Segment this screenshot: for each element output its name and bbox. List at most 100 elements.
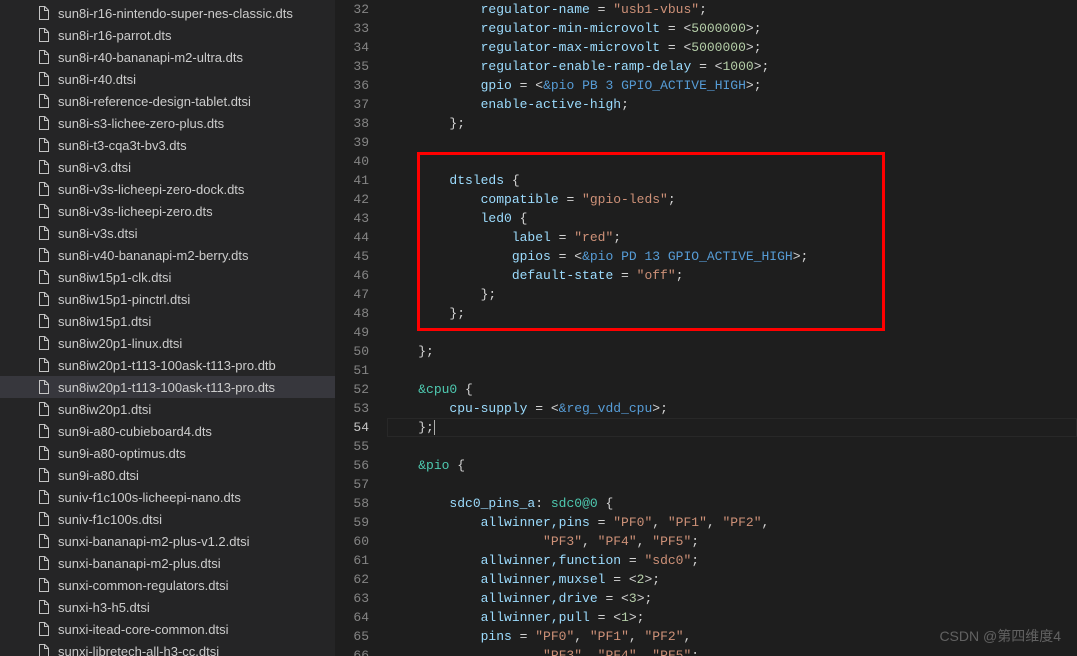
- file-explorer-sidebar[interactable]: sun8i-r16-nintendo-super-nes-classic.dts…: [0, 0, 335, 656]
- code-line[interactable]: compatible = "gpio-leds";: [387, 190, 1077, 209]
- code-line[interactable]: "PF3", "PF4", "PF5";: [387, 646, 1077, 656]
- code-line[interactable]: };: [387, 114, 1077, 133]
- code-line[interactable]: };: [387, 342, 1077, 361]
- code-content[interactable]: regulator-name = "usb1-vbus"; regulator-…: [387, 0, 1077, 656]
- file-tree-item[interactable]: sun8i-reference-design-tablet.dtsi: [0, 90, 335, 112]
- file-tree-item[interactable]: sun8i-r16-nintendo-super-nes-classic.dts: [0, 2, 335, 24]
- code-line[interactable]: [387, 133, 1077, 152]
- code-token: {: [598, 496, 614, 511]
- file-tree-item[interactable]: suniv-f1c100s-licheepi-nano.dts: [0, 486, 335, 508]
- code-token: "gpio-leds": [582, 192, 668, 207]
- code-line[interactable]: [387, 361, 1077, 380]
- code-editor[interactable]: 3233343536373839404142434445464748495051…: [335, 0, 1077, 656]
- code-token: &cpu0: [418, 382, 457, 397]
- code-line[interactable]: pins = "PF0", "PF1", "PF2",: [387, 627, 1077, 646]
- line-number: 53: [335, 399, 369, 418]
- file-tree-label: suniv-f1c100s.dtsi: [58, 512, 162, 527]
- line-number: 54: [335, 418, 369, 437]
- file-tree-item[interactable]: sun8i-s3-lichee-zero-plus.dts: [0, 112, 335, 134]
- file-tree-item[interactable]: sunxi-common-regulators.dtsi: [0, 574, 335, 596]
- file-tree-item[interactable]: sunxi-bananapi-m2-plus-v1.2.dtsi: [0, 530, 335, 552]
- code-line[interactable]: };: [387, 304, 1077, 323]
- file-tree-item[interactable]: sunxi-libretech-all-h3-cc.dtsi: [0, 640, 335, 656]
- file-tree-item[interactable]: sun8i-v3s-licheepi-zero-dock.dts: [0, 178, 335, 200]
- code-line[interactable]: };: [387, 285, 1077, 304]
- file-tree-label: sun9i-a80-optimus.dts: [58, 446, 186, 461]
- code-token: =: [590, 515, 613, 530]
- file-icon: [36, 115, 52, 131]
- file-tree-item[interactable]: sun9i-a80-cubieboard4.dts: [0, 420, 335, 442]
- file-icon: [36, 225, 52, 241]
- code-line[interactable]: sdc0_pins_a: sdc0@0 {: [387, 494, 1077, 513]
- file-icon: [36, 357, 52, 373]
- code-line[interactable]: allwinner,muxsel = <2>;: [387, 570, 1077, 589]
- code-line[interactable]: regulator-max-microvolt = <5000000>;: [387, 38, 1077, 57]
- file-tree-label: sun8i-r16-nintendo-super-nes-classic.dts: [58, 6, 293, 21]
- code-line[interactable]: &cpu0 {: [387, 380, 1077, 399]
- file-tree-label: sun8i-v3s.dtsi: [58, 226, 137, 241]
- code-line[interactable]: regulator-enable-ramp-delay = <1000>;: [387, 57, 1077, 76]
- code-line[interactable]: "PF3", "PF4", "PF5";: [387, 532, 1077, 551]
- file-tree-item[interactable]: sun8i-t3-cqa3t-bv3.dts: [0, 134, 335, 156]
- file-tree-item[interactable]: sun8iw15p1.dtsi: [0, 310, 335, 332]
- file-tree-item[interactable]: sunxi-itead-core-common.dtsi: [0, 618, 335, 640]
- code-line[interactable]: allwinner,pins = "PF0", "PF1", "PF2",: [387, 513, 1077, 532]
- code-line[interactable]: allwinner,drive = <3>;: [387, 589, 1077, 608]
- code-token: };: [387, 420, 434, 435]
- file-tree-item[interactable]: sun8iw20p1-t113-100ask-t113-pro.dtb: [0, 354, 335, 376]
- line-number: 59: [335, 513, 369, 532]
- code-line[interactable]: allwinner,function = "sdc0";: [387, 551, 1077, 570]
- file-tree-item[interactable]: sun8i-r40.dtsi: [0, 68, 335, 90]
- file-tree-item[interactable]: sun8i-r40-bananapi-m2-ultra.dts: [0, 46, 335, 68]
- code-token: ,: [574, 629, 590, 644]
- code-line[interactable]: regulator-name = "usb1-vbus";: [387, 0, 1077, 19]
- line-number: 33: [335, 19, 369, 38]
- file-tree-label: sun9i-a80.dtsi: [58, 468, 139, 483]
- code-line[interactable]: [387, 475, 1077, 494]
- code-token: "PF2": [645, 629, 684, 644]
- code-line[interactable]: label = "red";: [387, 228, 1077, 247]
- file-icon: [36, 489, 52, 505]
- file-tree-item[interactable]: sun9i-a80-optimus.dts: [0, 442, 335, 464]
- file-tree-item[interactable]: sun8i-v3s.dtsi: [0, 222, 335, 244]
- code-token: dtsleds: [449, 173, 504, 188]
- file-tree-item[interactable]: sun8iw15p1-pinctrl.dtsi: [0, 288, 335, 310]
- code-token: 5000000: [691, 21, 746, 36]
- code-line[interactable]: gpio = <&pio PB 3 GPIO_ACTIVE_HIGH>;: [387, 76, 1077, 95]
- code-line[interactable]: [387, 323, 1077, 342]
- file-tree-item[interactable]: sun8iw20p1-t113-100ask-t113-pro.dts: [0, 376, 335, 398]
- code-line[interactable]: cpu-supply = <&reg_vdd_cpu>;: [387, 399, 1077, 418]
- code-line[interactable]: &pio {: [387, 456, 1077, 475]
- code-line[interactable]: [387, 437, 1077, 456]
- code-line[interactable]: allwinner,pull = <1>;: [387, 608, 1077, 627]
- file-tree-item[interactable]: sun8i-v3s-licheepi-zero.dts: [0, 200, 335, 222]
- file-tree-item[interactable]: sun8iw20p1.dtsi: [0, 398, 335, 420]
- file-tree-item[interactable]: sun9i-a80.dtsi: [0, 464, 335, 486]
- code-token: =: [559, 192, 582, 207]
- file-tree-label: sunxi-common-regulators.dtsi: [58, 578, 229, 593]
- file-tree-item[interactable]: sunxi-bananapi-m2-plus.dtsi: [0, 552, 335, 574]
- code-token: >;: [746, 21, 762, 36]
- code-line[interactable]: [387, 152, 1077, 171]
- code-line[interactable]: enable-active-high;: [387, 95, 1077, 114]
- line-number: 62: [335, 570, 369, 589]
- file-tree-item[interactable]: sunxi-h3-h5.dtsi: [0, 596, 335, 618]
- code-line[interactable]: };: [387, 418, 1077, 437]
- file-tree-item[interactable]: sun8i-r16-parrot.dts: [0, 24, 335, 46]
- code-line[interactable]: regulator-min-microvolt = <5000000>;: [387, 19, 1077, 38]
- file-icon: [36, 27, 52, 43]
- code-line[interactable]: gpios = <&pio PD 13 GPIO_ACTIVE_HIGH>;: [387, 247, 1077, 266]
- file-tree-item[interactable]: sun8i-v40-bananapi-m2-berry.dts: [0, 244, 335, 266]
- code-line[interactable]: default-state = "off";: [387, 266, 1077, 285]
- line-number: 42: [335, 190, 369, 209]
- code-line[interactable]: dtsleds {: [387, 171, 1077, 190]
- file-tree-item[interactable]: sun8iw15p1-clk.dtsi: [0, 266, 335, 288]
- file-icon: [36, 599, 52, 615]
- file-tree-item[interactable]: sun8iw20p1-linux.dtsi: [0, 332, 335, 354]
- file-tree-item[interactable]: suniv-f1c100s.dtsi: [0, 508, 335, 530]
- code-line[interactable]: led0 {: [387, 209, 1077, 228]
- file-tree-item[interactable]: sun8i-v3.dtsi: [0, 156, 335, 178]
- code-token: =: [551, 230, 574, 245]
- code-token: ;: [621, 97, 629, 112]
- file-icon: [36, 71, 52, 87]
